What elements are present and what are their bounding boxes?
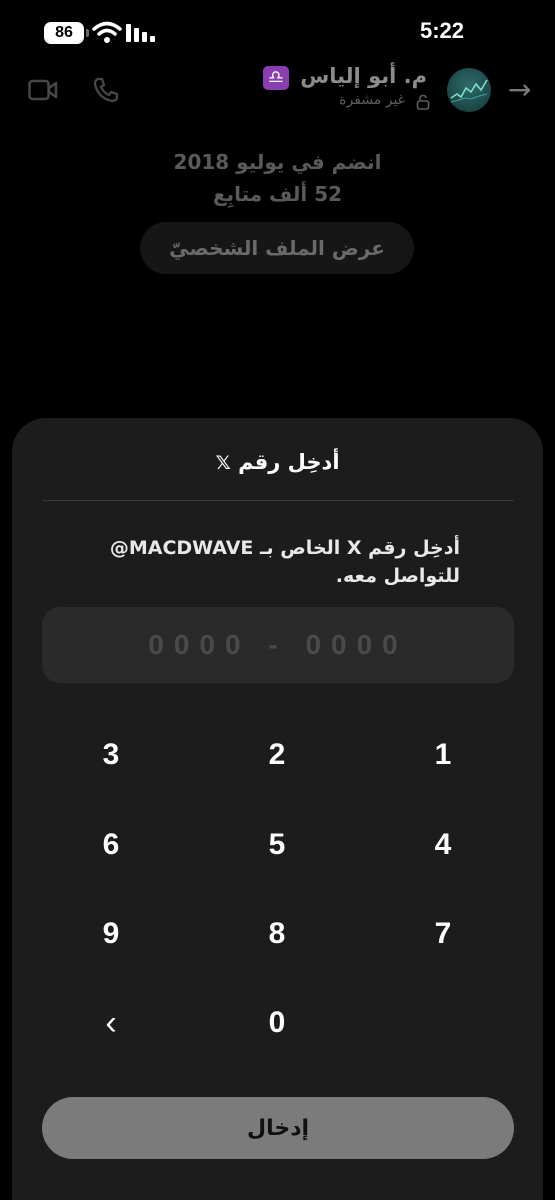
view-profile-button[interactable]: عرض الملف الشخصيّ bbox=[140, 222, 414, 274]
submit-button[interactable]: إدخال bbox=[42, 1097, 514, 1159]
status-time: 5:22 bbox=[420, 18, 465, 43]
sheet-instruction: أدخِل رقم X الخاص بـ MACDWAVE@ للتواصل م… bbox=[109, 537, 460, 587]
key-7[interactable]: 7 bbox=[393, 899, 493, 969]
video-call-icon[interactable] bbox=[28, 77, 58, 103]
phone-call-icon[interactable] bbox=[92, 76, 120, 104]
key-3[interactable]: 3 bbox=[61, 720, 161, 790]
code-input[interactable]: 0000 - 0000 bbox=[42, 607, 514, 683]
battery-level: 86 bbox=[55, 24, 73, 41]
sheet-title-text: أدخِل رقم bbox=[238, 450, 340, 474]
followers-count: 52 ألف متابِع bbox=[212, 182, 343, 206]
encryption-status-text: غير مشفرة bbox=[339, 92, 405, 108]
key-0[interactable]: 0 bbox=[227, 988, 327, 1058]
battery-tip bbox=[86, 29, 89, 37]
key-2[interactable]: 2 bbox=[227, 720, 327, 790]
back-arrow-icon[interactable]: → bbox=[508, 76, 531, 104]
signal-icon bbox=[126, 24, 155, 42]
contact-name[interactable]: م. أبو إلياس ♎ bbox=[262, 64, 427, 90]
libra-badge: ♎ bbox=[262, 66, 289, 90]
backspace-key-icon[interactable]: ‹ bbox=[61, 988, 161, 1058]
sheet-title: أدخِل رقم 𝕏 bbox=[0, 450, 555, 474]
wifi-icon bbox=[92, 21, 122, 43]
x-logo-icon: 𝕏 bbox=[215, 452, 231, 474]
battery-indicator: 86 bbox=[44, 22, 84, 44]
key-9[interactable]: 9 bbox=[61, 899, 161, 969]
sheet-divider bbox=[42, 500, 514, 501]
key-5[interactable]: 5 bbox=[227, 810, 327, 880]
code-placeholder: 0000 - 0000 bbox=[148, 629, 408, 660]
avatar-chart-graphic bbox=[450, 79, 488, 103]
key-4[interactable]: 4 bbox=[393, 810, 493, 880]
avatar[interactable] bbox=[447, 68, 491, 112]
key-8[interactable]: 8 bbox=[227, 899, 327, 969]
lock-icon bbox=[416, 94, 430, 110]
key-1[interactable]: 1 bbox=[393, 720, 493, 790]
encryption-status: غير مشفرة bbox=[339, 92, 405, 108]
contact-name-text: م. أبو إلياس bbox=[300, 64, 427, 88]
key-6[interactable]: 6 bbox=[61, 810, 161, 880]
joined-date: انضم في يوليو 2018 bbox=[173, 150, 382, 174]
